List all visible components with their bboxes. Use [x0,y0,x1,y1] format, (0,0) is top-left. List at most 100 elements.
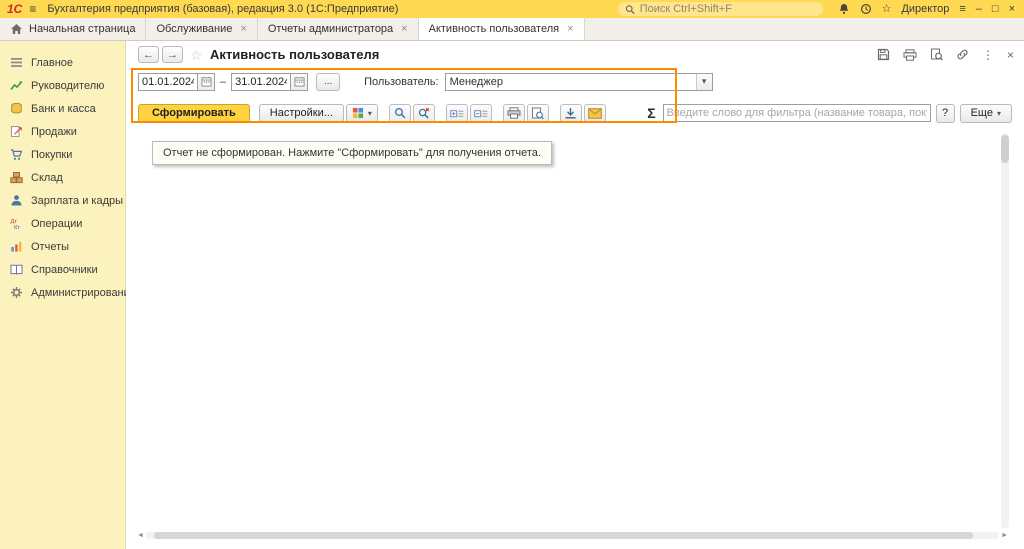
tab-user-activity[interactable]: Активность пользователя × [419,18,585,40]
send-email-button[interactable] [584,104,606,123]
search-icon [625,4,635,15]
close-form-button[interactable]: × [1007,49,1014,61]
horizontal-scrollbar-thumb[interactable] [154,532,973,539]
book-icon [10,263,23,276]
print-preview-icon[interactable] [930,48,943,61]
scroll-right-icon[interactable]: ► [1001,532,1008,539]
date-to-calendar-button[interactable] [291,73,308,91]
date-to-input[interactable] [231,73,291,91]
list-icon [10,56,23,69]
calendar-icon [294,76,305,87]
date-from-input[interactable] [138,73,198,91]
scroll-left-icon[interactable]: ◄ [137,532,144,539]
sum-sigma-icon[interactable]: Σ [647,105,655,121]
tab-service[interactable]: Обслуживание × [146,18,257,40]
date-range-separator: – [220,76,226,88]
sidebar-item-label: Руководителю [31,80,104,92]
sidebar-item-operations[interactable]: Дт Кт Операции [0,212,125,235]
sidebar-item-bank-cash[interactable]: Банк и касса [0,97,125,120]
generate-button[interactable]: Сформировать [138,104,250,123]
chevron-down-icon: ▾ [997,109,1001,118]
sidebar-item-manager[interactable]: Руководителю [0,74,125,97]
report-variants-button[interactable]: ▾ [346,104,378,123]
expand-groups-button[interactable] [446,104,468,123]
horizontal-scrollbar-track[interactable] [146,532,999,539]
search-cancel-icon [418,107,430,119]
settings-button[interactable]: Настройки... [259,104,344,123]
date-from-calendar-button[interactable] [198,73,215,91]
minimize-button[interactable]: – [976,4,982,15]
sidebar-item-payroll-hr[interactable]: Зарплата и кадры [0,189,125,212]
topbar-icons: ☆ Директор ≡ – □ × [838,3,1017,15]
sidebar-item-purchases[interactable]: Покупки [0,143,125,166]
expand-groups-icon [450,107,464,120]
preview-report-button[interactable] [527,104,549,123]
page-title: Активность пользователя [210,47,379,62]
user-combobox[interactable]: Менеджер ▾ [445,73,713,91]
more-actions-button[interactable]: Еще ▾ [960,104,1012,123]
favorites-star-icon[interactable]: ☆ [882,4,892,15]
quick-filter-input[interactable] [663,104,931,122]
sidebar-item-label: Склад [31,172,63,184]
search-icon [394,107,406,119]
tab-close-icon[interactable]: × [401,23,407,35]
tab-close-icon[interactable]: × [567,23,573,35]
sidebar-item-main[interactable]: Главное [0,51,125,74]
more-menu-icon[interactable]: ⋮ [982,49,994,61]
help-button[interactable]: ? [936,104,955,123]
user-combobox-value: Менеджер [450,76,503,88]
sidebar-item-label: Банк и касса [31,103,96,115]
svg-text:Кт: Кт [14,225,20,230]
favorite-star-icon[interactable]: ☆ [190,47,203,64]
sidebar-item-label: Операции [31,218,82,230]
global-search-input[interactable] [640,3,816,15]
user-filter-label: Пользователь: [364,76,438,88]
sidebar-item-warehouse[interactable]: Склад [0,166,125,189]
cancel-find-button[interactable] [413,104,435,123]
save-icon[interactable] [877,48,890,61]
collapse-groups-button[interactable] [470,104,492,123]
more-actions-label: Еще [971,107,993,119]
gear-icon [10,286,23,299]
tab-close-icon[interactable]: × [240,23,246,35]
global-search[interactable] [618,2,823,16]
forward-button[interactable]: → [162,46,183,63]
history-clock-icon[interactable] [860,3,872,15]
home-icon [10,23,23,35]
report-toolbar: Сформировать Настройки... ▾ [138,103,1012,123]
close-window-button[interactable]: × [1009,4,1015,15]
vertical-scrollbar[interactable] [1001,133,1009,529]
trend-chart-icon [10,79,23,92]
sidebar-item-directories[interactable]: Справочники [0,258,125,281]
notifications-bell-icon[interactable] [838,3,850,15]
sidebar-item-administration[interactable]: Администрирование [0,281,125,304]
find-button[interactable] [389,104,411,123]
save-report-button[interactable] [560,104,582,123]
report-form: ← → ☆ Активность пользователя [126,41,1024,549]
horizontal-scrollbar[interactable]: ◄ ► [137,531,1008,540]
sidebar-item-label: Главное [31,57,73,69]
filters-row: – ... Пользователь: Менеджер ▾ [138,72,713,91]
vertical-scrollbar-thumb[interactable] [1001,135,1009,163]
boxes-icon [10,171,23,184]
tab-label: Отчеты администратора [268,23,393,35]
report-header: ← → ☆ Активность пользователя [126,41,1024,67]
tab-label: Начальная страница [29,23,135,35]
period-options-button[interactable]: ... [316,73,340,91]
print-report-button[interactable] [503,104,525,123]
sidebar-item-reports[interactable]: Отчеты [0,235,125,258]
tab-admin-reports[interactable]: Отчеты администратора × [258,18,419,40]
back-button[interactable]: ← [138,46,159,63]
chevron-down-icon[interactable]: ▾ [696,74,712,90]
tab-home[interactable]: Начальная страница [0,18,146,40]
current-user[interactable]: Директор [901,3,949,15]
service-menu-icon[interactable]: ≡ [959,4,965,15]
chevron-down-icon: ▾ [368,109,372,118]
download-icon [564,107,577,120]
main-menu-icon[interactable]: ≡ [29,3,36,15]
get-link-icon[interactable] [956,48,969,61]
sidebar-item-sales[interactable]: Продажи [0,120,125,143]
print-icon[interactable] [903,49,917,61]
report-variants-icon [352,107,364,119]
maximize-button[interactable]: □ [992,4,999,15]
